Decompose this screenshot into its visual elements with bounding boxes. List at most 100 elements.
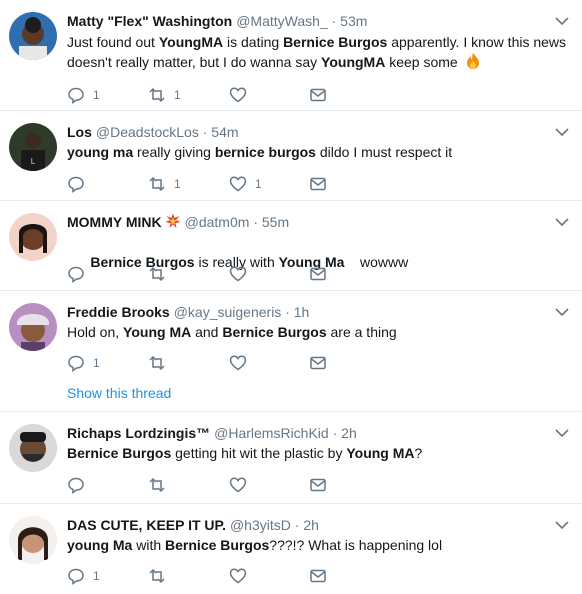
- direct-message-button[interactable]: [309, 264, 327, 284]
- text-part[interactable]: Bernice Burgos: [67, 445, 171, 461]
- tweet[interactable]: DAS CUTE, KEEP IT UP. @h3yitsD · 2h young…: [0, 504, 582, 594]
- chevron-down-icon[interactable]: [554, 215, 570, 229]
- timestamp[interactable]: 55m: [262, 214, 289, 230]
- direct-message-button[interactable]: [309, 85, 327, 105]
- avatar[interactable]: [9, 424, 57, 472]
- heart-icon: [229, 477, 247, 493]
- tweet[interactable]: MOMMY MINK @datm0m · 55m Bernice Burgos i…: [0, 201, 582, 291]
- handle[interactable]: @DeadstockLos: [96, 124, 199, 140]
- chevron-down-icon[interactable]: [554, 426, 570, 440]
- separator: ·: [285, 304, 290, 320]
- text-part: dildo I must respect it: [315, 144, 453, 160]
- avatar[interactable]: [9, 303, 57, 351]
- text-part[interactable]: young ma: [67, 144, 133, 160]
- like-button[interactable]: 1: [229, 174, 262, 194]
- text-part[interactable]: Young MA: [123, 324, 191, 340]
- display-name[interactable]: Los: [67, 124, 92, 140]
- timestamp[interactable]: 53m: [340, 13, 367, 29]
- direct-message-button[interactable]: [309, 566, 327, 586]
- like-count: 1: [255, 177, 262, 191]
- reply-button[interactable]: [67, 264, 93, 284]
- handle[interactable]: @h3yitsD: [230, 517, 291, 533]
- avatar[interactable]: L: [9, 123, 57, 171]
- retweet-button[interactable]: [148, 475, 174, 495]
- text-part[interactable]: Bernice Burgos: [165, 537, 269, 553]
- retweet-button[interactable]: [148, 264, 174, 284]
- tweet[interactable]: L Los @DeadstockLos · 54m young ma really…: [0, 111, 582, 201]
- avatar[interactable]: [9, 12, 57, 60]
- display-name[interactable]: MOMMY MINK: [67, 214, 162, 230]
- handle[interactable]: @MattyWash_: [236, 13, 328, 29]
- timestamp[interactable]: 2h: [303, 517, 319, 533]
- like-button[interactable]: [229, 264, 255, 284]
- timestamp[interactable]: 1h: [294, 304, 310, 320]
- like-button[interactable]: [229, 475, 255, 495]
- text-part[interactable]: Young MA: [346, 445, 414, 461]
- heart-icon: [229, 87, 247, 103]
- tweet[interactable]: Matty "Flex" Washington @MattyWash_ · 53m…: [0, 0, 582, 111]
- reply-icon: [68, 176, 84, 193]
- text-part: keep some: [385, 54, 462, 70]
- chevron-down-icon[interactable]: [554, 14, 570, 28]
- tweet-text: young Ma with Bernice Burgos???!? What i…: [67, 535, 567, 555]
- tweet-header: Matty "Flex" Washington @MattyWash_ · 53m: [67, 12, 367, 30]
- chevron-down-icon[interactable]: [554, 305, 570, 319]
- display-name[interactable]: DAS CUTE, KEEP IT UP.: [67, 517, 226, 533]
- fire-icon: [466, 53, 479, 69]
- reply-count: 1: [93, 356, 100, 370]
- reply-count: 1: [93, 88, 100, 102]
- reply-count: 1: [93, 569, 100, 583]
- direct-message-button[interactable]: [309, 353, 327, 373]
- like-button[interactable]: [229, 85, 255, 105]
- text-part[interactable]: Bernice Burgos: [283, 34, 387, 50]
- show-thread-link[interactable]: Show this thread: [67, 385, 171, 401]
- like-button[interactable]: [229, 566, 255, 586]
- retweet-button[interactable]: [148, 566, 174, 586]
- reply-icon: [68, 355, 84, 372]
- retweet-button[interactable]: [148, 353, 174, 373]
- avatar[interactable]: [9, 213, 57, 261]
- retweet-button[interactable]: 1: [148, 174, 181, 194]
- reply-button[interactable]: 1: [67, 353, 100, 373]
- envelope-icon: [310, 88, 326, 102]
- text-part: with: [132, 537, 166, 553]
- direct-message-button[interactable]: [309, 475, 327, 495]
- handle[interactable]: @HarlemsRichKid: [214, 425, 329, 441]
- display-name[interactable]: Matty "Flex" Washington: [67, 13, 232, 29]
- reply-button[interactable]: [67, 174, 93, 194]
- tweet[interactable]: Freddie Brooks @kay_suigeneris · 1h Hold …: [0, 291, 582, 412]
- text-part[interactable]: Bernice Burgos: [222, 324, 326, 340]
- timestamp[interactable]: 54m: [211, 124, 238, 140]
- handle[interactable]: @datm0m: [185, 214, 250, 230]
- direct-message-button[interactable]: [309, 174, 327, 194]
- tweet-actions: 1 1: [67, 85, 367, 105]
- tweet-text: young ma really giving bernice burgos di…: [67, 142, 567, 162]
- reply-button[interactable]: [67, 475, 93, 495]
- envelope-icon: [310, 356, 326, 370]
- timestamp[interactable]: 2h: [341, 425, 357, 441]
- chevron-down-icon[interactable]: [554, 518, 570, 532]
- envelope-icon: [310, 267, 326, 281]
- display-name[interactable]: Richaps Lordzingis™: [67, 425, 210, 441]
- text-part: and: [191, 324, 223, 340]
- tweet-actions: [67, 475, 367, 495]
- collision-icon: [165, 213, 181, 228]
- text-part[interactable]: young Ma: [67, 537, 132, 553]
- retweet-button[interactable]: 1: [148, 85, 181, 105]
- text-part[interactable]: bernice burgos: [215, 144, 316, 160]
- text-part: Just found out: [67, 34, 159, 50]
- tweet-header: Richaps Lordzingis™ @HarlemsRichKid · 2h: [67, 424, 357, 442]
- handle[interactable]: @kay_suigeneris: [174, 304, 282, 320]
- text-part[interactable]: YoungMA: [321, 54, 385, 70]
- retweet-icon: [149, 355, 165, 371]
- reply-icon: [68, 87, 84, 104]
- chevron-down-icon[interactable]: [554, 125, 570, 139]
- avatar[interactable]: [9, 516, 57, 564]
- display-name[interactable]: Freddie Brooks: [67, 304, 170, 320]
- heart-icon: [229, 355, 247, 371]
- text-part[interactable]: YoungMA: [159, 34, 223, 50]
- reply-button[interactable]: 1: [67, 85, 100, 105]
- tweet[interactable]: Richaps Lordzingis™ @HarlemsRichKid · 2h …: [0, 412, 582, 504]
- reply-button[interactable]: 1: [67, 566, 100, 586]
- like-button[interactable]: [229, 353, 255, 373]
